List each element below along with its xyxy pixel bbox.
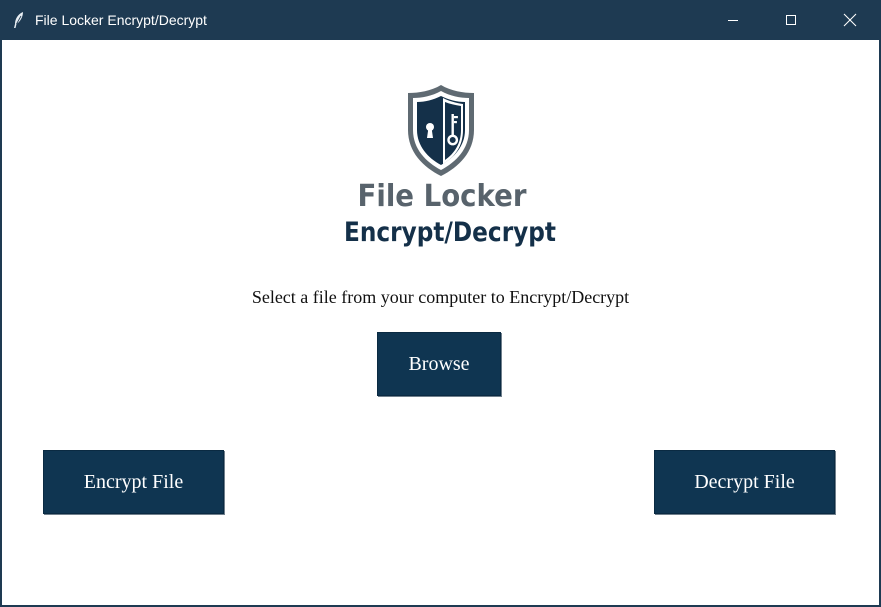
logo-title: File Locker — [357, 179, 527, 214]
title-bar[interactable]: File Locker Encrypt/Decrypt — [0, 0, 881, 40]
minimize-icon — [727, 14, 739, 26]
decrypt-file-button[interactable]: Decrypt File — [654, 450, 835, 514]
instruction-text: Select a file from your computer to Encr… — [251, 287, 630, 307]
maximize-button[interactable] — [762, 0, 820, 40]
close-icon — [843, 13, 857, 27]
app-logo: File Locker Encrypt/Decrypt — [328, 82, 556, 257]
close-button[interactable] — [821, 0, 879, 40]
shield-keyhole-key-icon — [405, 82, 477, 178]
main-content: File Locker Encrypt/Decrypt Select a fil… — [2, 40, 879, 605]
minimize-button[interactable] — [704, 0, 762, 40]
feather-icon — [12, 11, 26, 29]
maximize-icon — [785, 14, 797, 26]
encrypt-file-button[interactable]: Encrypt File — [43, 450, 224, 514]
window-title: File Locker Encrypt/Decrypt — [35, 12, 207, 28]
browse-button[interactable]: Browse — [377, 332, 501, 396]
app-window: File Locker Encrypt/Decrypt File Locker … — [0, 0, 881, 607]
logo-subtitle: Encrypt/Decrypt — [343, 217, 557, 248]
